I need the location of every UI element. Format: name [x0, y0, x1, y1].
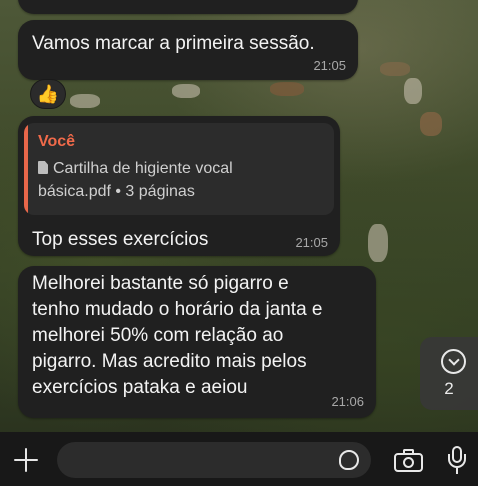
sticker-icon[interactable] [339, 450, 359, 470]
message-input[interactable] [57, 442, 371, 478]
composer-bar [0, 432, 478, 486]
message-bubble-partial [18, 0, 358, 14]
chevron-down-icon [441, 349, 466, 374]
background-horse [420, 112, 442, 136]
quote-author: Você [38, 133, 76, 150]
camera-icon[interactable] [393, 447, 425, 473]
document-icon [38, 161, 48, 174]
quote-document-name: Cartilha de higiente vocal básica.pdf • … [38, 160, 233, 200]
background-horse [172, 84, 200, 98]
scroll-to-bottom-button[interactable]: 2 [420, 337, 478, 410]
background-horse [270, 82, 304, 96]
quote-accent-bar [24, 123, 28, 215]
reaction-badge[interactable]: 👍 [30, 79, 66, 109]
message-text: Top esses exercícios [32, 229, 209, 250]
message-text: Vamos marcar a primeira sessão. [32, 33, 315, 54]
message-time: 21:06 [331, 394, 364, 409]
plus-icon[interactable] [12, 446, 40, 474]
message-time: 21:05 [313, 58, 346, 73]
unread-count-badge: 2 [444, 379, 454, 398]
microphone-icon[interactable] [446, 444, 468, 476]
message-text: Melhorei bastante só pigarro e tenho mud… [32, 273, 323, 398]
message-bubble[interactable]: Vamos marcar a primeira sessão. 21:05 [18, 20, 358, 80]
message-time: 21:05 [295, 235, 328, 250]
quote-document: Cartilha de higiente vocal básica.pdf • … [38, 157, 298, 203]
background-horse [380, 62, 410, 76]
background-horse [70, 94, 100, 108]
background-horse [404, 78, 422, 104]
quoted-message[interactable]: Você Cartilha de higiente vocal básica.p… [24, 123, 334, 215]
message-bubble[interactable]: Melhorei bastante só pigarro e tenho mud… [18, 266, 376, 418]
thumbs-up-icon: 👍 [36, 83, 60, 104]
background-horse [368, 224, 388, 262]
message-bubble-reply[interactable]: Você Cartilha de higiente vocal básica.p… [18, 116, 340, 256]
